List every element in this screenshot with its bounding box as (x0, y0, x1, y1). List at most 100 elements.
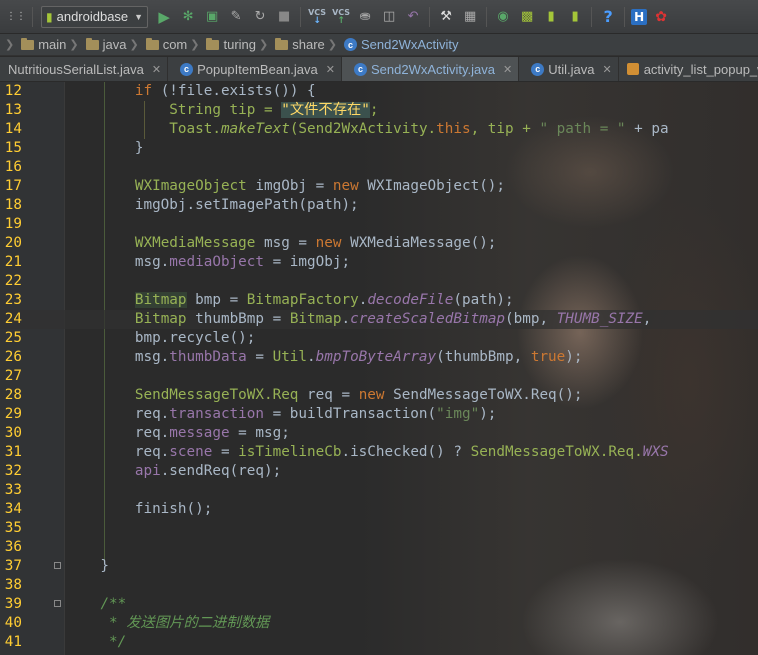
code-token: transaction (169, 406, 264, 422)
code-text: imgObj.setImagePath(path); (66, 196, 359, 215)
code-line[interactable]: 14 Toast.makeText(Send2WxActivity.this, … (0, 120, 758, 139)
code-text: WXImageObject imgObj = new WXImageObject… (66, 177, 505, 196)
close-icon[interactable]: ✕ (152, 63, 161, 76)
code-line[interactable]: 20 WXMediaMessage msg = new WXMediaMessa… (0, 234, 758, 253)
breadcrumb-item-share[interactable]: ❯ share (256, 37, 325, 52)
code-text: msg.mediaObject = imgObj; (66, 253, 350, 272)
code-line[interactable]: 22 (0, 272, 758, 291)
code-token: * 发送图片的二进制数据 (109, 615, 270, 631)
lock-icon[interactable]: ⛂ (355, 7, 375, 27)
project-structure-icon[interactable]: ▦ (460, 7, 480, 27)
code-token: bmp.recycle(); (66, 330, 256, 346)
close-icon[interactable]: ✕ (602, 63, 611, 76)
breadcrumb-item-turing[interactable]: ❯ turing (187, 37, 256, 52)
tab-label: Send2WxActivity.java (370, 61, 496, 77)
code-token: . (341, 311, 351, 327)
toolbar-divider (486, 6, 488, 27)
code-text: } (66, 557, 109, 576)
code-token: thumbData (169, 349, 247, 365)
code-text: finish(); (66, 500, 212, 519)
line-number: 24 (4, 311, 22, 327)
code-line[interactable]: 18 imgObj.setImagePath(path); (0, 196, 758, 215)
sync-gradle-icon[interactable]: ◉ (493, 7, 513, 27)
code-token: THUMB_SIZE (556, 311, 643, 327)
code-line[interactable]: 15 } (0, 139, 758, 158)
code-line[interactable]: 32 api.sendReq(req); (0, 462, 758, 481)
code-line[interactable]: 29 req.transaction = buildTransaction("i… (0, 405, 758, 424)
vcs-commit-icon[interactable]: VCS ↑ (331, 7, 351, 27)
line-number: 40 (4, 615, 22, 631)
breadcrumb-item-com[interactable]: ❯ com (126, 37, 187, 52)
code-line[interactable]: 25 bmp.recycle(); (0, 329, 758, 348)
code-line[interactable]: 17 WXImageObject imgObj = new WXImageObj… (0, 177, 758, 196)
code-text: Bitmap thumbBmp = Bitmap.createScaledBit… (66, 310, 652, 329)
code-line[interactable]: 12 if (!file.exists()) { (0, 82, 758, 101)
plugin-h-icon[interactable]: H (631, 8, 648, 25)
code-editor[interactable]: 12 if (!file.exists()) {13 String tip = … (0, 82, 758, 655)
fold-marker-icon[interactable] (54, 562, 61, 569)
debug-icon[interactable]: ✻ (178, 7, 198, 27)
breadcrumb-item-send2wxactivity[interactable]: ❯ c Send2WxActivity (325, 37, 459, 52)
code-line[interactable]: 39 /** (0, 595, 758, 614)
close-icon[interactable]: ✕ (326, 63, 335, 76)
code-line[interactable]: 26 msg.thumbData = Util.bmpToByteArray(t… (0, 348, 758, 367)
close-icon[interactable]: ✕ (503, 63, 512, 76)
code-line[interactable]: 16 (0, 158, 758, 177)
android-device-monitor-icon[interactable]: ▮ (565, 7, 585, 27)
code-line[interactable]: 41 */ (0, 633, 758, 652)
code-line[interactable]: 36 (0, 538, 758, 557)
breadcrumb-item-java[interactable]: ❯ java (66, 37, 126, 52)
code-line[interactable]: 34 finish(); (0, 500, 758, 519)
code-text: req.message = msg; (66, 424, 290, 443)
fold-marker-icon[interactable] (54, 600, 61, 607)
structure-icon[interactable]: ⋮⋮ (6, 7, 26, 27)
code-token: String (169, 102, 221, 118)
breadcrumb-item-main[interactable]: ❯ main (2, 37, 66, 52)
code-token: imgObj = (246, 178, 333, 194)
line-number: 35 (4, 520, 22, 536)
shelve-icon[interactable]: ◫ (379, 7, 399, 27)
run-icon[interactable]: ▶ (154, 7, 174, 27)
undo-icon[interactable]: ↶ (403, 7, 423, 27)
code-text: api.sendReq(req); (66, 462, 281, 481)
code-token: req = (298, 387, 359, 403)
code-line[interactable]: 19 (0, 215, 758, 234)
code-line[interactable]: 24 Bitmap thumbBmp = Bitmap.createScaled… (0, 310, 758, 329)
profile-icon[interactable]: ✎ (226, 7, 246, 27)
rerun-icon[interactable]: ↻ (250, 7, 270, 27)
code-line[interactable]: 40 * 发送图片的二进制数据 (0, 614, 758, 633)
code-line[interactable]: 28 SendMessageToWX.Req req = new SendMes… (0, 386, 758, 405)
tab-popupitembean[interactable]: c PopupItemBean.java ✕ (168, 57, 342, 81)
code-line[interactable]: 13 String tip = "文件不存在"; (0, 101, 758, 120)
code-line[interactable]: 27 (0, 367, 758, 386)
code-line[interactable]: 30 req.message = msg; (0, 424, 758, 443)
stop-icon[interactable]: ■ (274, 7, 294, 27)
sdk-manager-icon[interactable]: ▮ (541, 7, 561, 27)
settings-icon[interactable]: ⚒ (436, 7, 456, 27)
code-line[interactable]: 21 msg.mediaObject = imgObj; (0, 253, 758, 272)
code-line[interactable]: 31 req.scene = isTimelineCb.isChecked() … (0, 443, 758, 462)
bug-plugin-icon[interactable]: ✿ (651, 7, 671, 27)
code-line[interactable]: 38 (0, 576, 758, 595)
avd-manager-icon[interactable]: ▩ (517, 7, 537, 27)
line-number: 29 (4, 406, 22, 422)
code-line[interactable]: 37 } (0, 557, 758, 576)
code-token: decodeFile (367, 292, 454, 308)
tab-nutritiousseriallist[interactable]: NutritiousSerialList.java ✕ (0, 57, 169, 81)
vcs-update-icon[interactable]: VCS ↓ (307, 7, 327, 27)
run-with-coverage-icon[interactable]: ▣ (202, 7, 222, 27)
code-line[interactable]: 33 (0, 481, 758, 500)
tab-send2wxactivity[interactable]: c Send2WxActivity.java ✕ (341, 57, 520, 81)
line-number: 17 (4, 178, 22, 194)
code-line[interactable]: 23 Bitmap bmp = BitmapFactory.decodeFile… (0, 291, 758, 310)
line-number: 30 (4, 425, 22, 441)
code-token: WXMediaMessage(); (341, 235, 497, 251)
tab-util[interactable]: c Util.java ✕ (519, 57, 619, 81)
code-line[interactable]: 35 (0, 519, 758, 538)
tab-activity-list-popup-win[interactable]: activity_list_popup_win (619, 57, 758, 81)
run-configuration-select[interactable]: ▮ androidbase ▼ (41, 5, 149, 28)
help-icon[interactable]: ? (598, 7, 618, 27)
code-text: } (66, 139, 144, 158)
